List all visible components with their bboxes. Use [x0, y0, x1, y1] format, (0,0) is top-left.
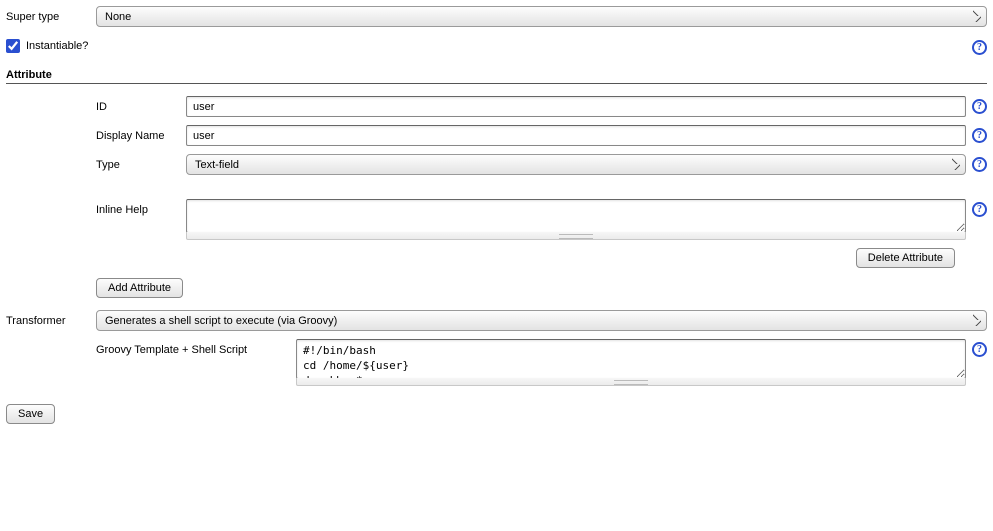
instantiable-label: Instantiable?: [26, 40, 88, 52]
transformer-row: Transformer Generates a shell script to …: [6, 310, 987, 331]
attribute-inlinehelp-label: Inline Help: [96, 199, 186, 216]
attribute-type-select-wrap: Text-field: [186, 154, 966, 175]
delete-attribute-button[interactable]: Delete Attribute: [856, 248, 955, 268]
help-icon[interactable]: ?: [972, 342, 987, 357]
super-type-select-wrap: None: [96, 6, 987, 27]
attribute-section-header: Attribute: [6, 69, 987, 84]
transformer-label: Transformer: [6, 310, 96, 327]
attribute-inlinehelp-row: Inline Help ?: [6, 199, 987, 240]
attribute-id-input[interactable]: [186, 96, 966, 117]
transformer-select-wrap: Generates a shell script to execute (via…: [96, 310, 987, 331]
save-row: Save: [6, 404, 987, 424]
attribute-type-label: Type: [96, 154, 186, 171]
attribute-inlinehelp-textarea[interactable]: [186, 199, 966, 233]
script-row: Groovy Template + Shell Script ?: [6, 339, 987, 386]
help-icon[interactable]: ?: [972, 128, 987, 143]
attribute-id-label: ID: [96, 96, 186, 113]
help-icon[interactable]: ?: [972, 157, 987, 172]
transformer-select[interactable]: Generates a shell script to execute (via…: [96, 310, 987, 331]
add-attribute-button[interactable]: Add Attribute: [96, 278, 183, 298]
super-type-label: Super type: [6, 6, 96, 23]
help-icon[interactable]: ?: [972, 99, 987, 114]
help-icon[interactable]: ?: [972, 202, 987, 217]
super-type-row: Super type None: [6, 6, 987, 27]
script-label: Groovy Template + Shell Script: [96, 339, 296, 356]
textarea-resize-bar[interactable]: [296, 378, 966, 386]
add-attribute-row: Add Attribute: [96, 278, 987, 298]
script-textarea[interactable]: [296, 339, 966, 379]
attribute-id-row: ID ?: [6, 96, 987, 117]
super-type-select[interactable]: None: [96, 6, 987, 27]
instantiable-checkbox[interactable]: [6, 39, 20, 53]
attribute-displayname-label: Display Name: [96, 125, 186, 142]
instantiable-row: Instantiable? ?: [6, 37, 987, 55]
help-icon[interactable]: ?: [972, 40, 987, 55]
delete-attribute-row: Delete Attribute: [6, 248, 955, 268]
attribute-displayname-input[interactable]: [186, 125, 966, 146]
save-button[interactable]: Save: [6, 404, 55, 424]
attribute-type-select[interactable]: Text-field: [186, 154, 966, 175]
attribute-displayname-row: Display Name ?: [6, 125, 987, 146]
attribute-type-row: Type Text-field ?: [6, 154, 987, 175]
textarea-resize-bar[interactable]: [186, 232, 966, 240]
